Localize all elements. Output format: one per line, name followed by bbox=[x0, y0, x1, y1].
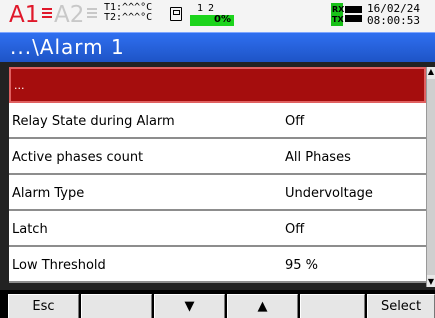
down-softkey[interactable]: ▼ bbox=[154, 294, 225, 318]
page-title: ...\Alarm 1 bbox=[10, 35, 125, 59]
scroll-down-arrow-icon[interactable]: ▼ bbox=[427, 277, 435, 287]
setting-alarm-type-row[interactable]: Alarm Type Undervoltage bbox=[9, 175, 426, 211]
list-header-label: ... bbox=[14, 79, 25, 92]
alarm-1-level-icon bbox=[42, 8, 52, 22]
blank-softkey-2[interactable] bbox=[81, 294, 152, 318]
memory-usage-bar: 0% bbox=[190, 14, 234, 26]
network-icon bbox=[345, 6, 362, 22]
time-readout: 08:00:53 bbox=[367, 14, 420, 27]
setting-active-phases-row[interactable]: Active phases count All Phases bbox=[9, 139, 426, 175]
setting-relay-state-row[interactable]: Relay State during Alarm Off bbox=[9, 103, 426, 139]
blank-softkey-5[interactable] bbox=[300, 294, 365, 318]
tx-label: TX bbox=[332, 15, 344, 24]
select-softkey[interactable]: Select bbox=[367, 294, 435, 318]
alarm-2-indicator: A2 bbox=[54, 2, 85, 28]
channel-1-label: 1 bbox=[197, 3, 204, 14]
scrollbar-thumb[interactable] bbox=[427, 79, 435, 275]
status-bar: A1 A2 T1:^^^°C T2:^^^°C 1 2 0% RX TX 16/… bbox=[0, 0, 435, 32]
title-bar: ...\Alarm 1 bbox=[0, 32, 435, 62]
setting-value: 95 % bbox=[285, 258, 319, 273]
setting-value: All Phases bbox=[285, 150, 351, 165]
setting-value: Off bbox=[285, 222, 305, 237]
list-header-row[interactable]: ... bbox=[9, 67, 426, 103]
setting-value: Undervoltage bbox=[285, 186, 373, 201]
channel-2-label: 2 bbox=[208, 3, 215, 14]
setting-label: Active phases count bbox=[12, 150, 144, 165]
setting-label: Relay State during Alarm bbox=[12, 114, 175, 129]
list-scrollbar[interactable]: ▲ ▼ bbox=[426, 67, 435, 287]
rx-label: RX bbox=[332, 5, 345, 14]
setting-low-threshold-row[interactable]: Low Threshold 95 % bbox=[9, 247, 426, 283]
alarm-1-indicator: A1 bbox=[9, 2, 40, 28]
settings-list: ... Relay State during Alarm Off Active … bbox=[9, 67, 426, 283]
alarm-2-level-icon bbox=[87, 8, 97, 22]
memory-usage-text: 0% bbox=[214, 14, 231, 25]
settings-list-area: ... Relay State during Alarm Off Active … bbox=[0, 62, 435, 290]
esc-softkey[interactable]: Esc bbox=[8, 294, 79, 318]
sd-card-icon bbox=[170, 7, 182, 21]
softkey-bar: Esc ▼ ▲ Select bbox=[0, 294, 435, 318]
setting-value: Off bbox=[285, 114, 305, 129]
up-softkey[interactable]: ▲ bbox=[227, 294, 298, 318]
setting-label: Low Threshold bbox=[12, 258, 106, 273]
setting-label: Alarm Type bbox=[12, 186, 85, 201]
setting-latch-row[interactable]: Latch Off bbox=[9, 211, 426, 247]
temperature-2-readout: T2:^^^°C bbox=[104, 12, 153, 23]
setting-label: Latch bbox=[12, 222, 48, 237]
rx-tx-indicator: RX TX bbox=[331, 3, 345, 26]
scroll-up-arrow-icon[interactable]: ▲ bbox=[427, 67, 435, 77]
